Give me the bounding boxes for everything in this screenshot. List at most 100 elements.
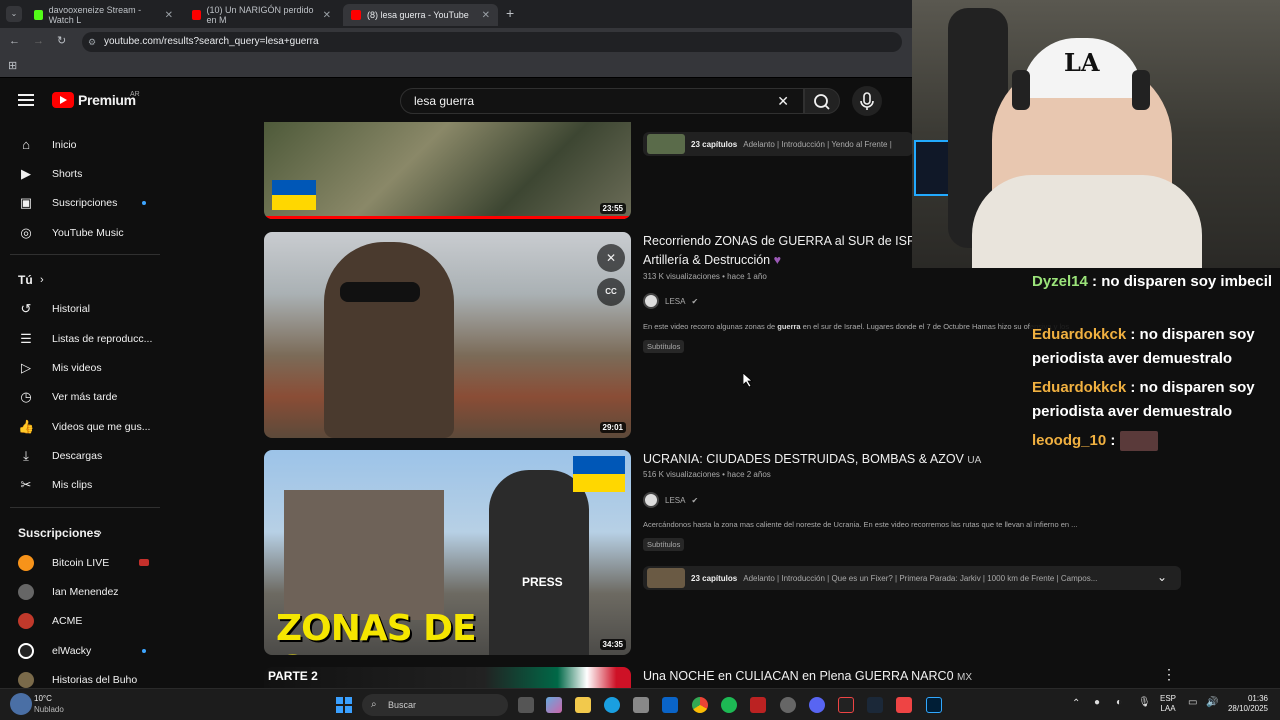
video-duration: 23:55 <box>599 203 626 214</box>
sidebar-sub-bitcoin-live[interactable]: Bitcoin LIVE <box>0 550 170 576</box>
search-input[interactable]: lesa guerra ✕ <box>400 88 804 114</box>
microphone-tray-icon[interactable]: 🎙 <box>1138 697 1151 708</box>
channel-name: LESA <box>665 296 686 306</box>
tray-chevron-up-icon[interactable]: ⌃ <box>1072 698 1080 709</box>
video-thumbnail[interactable]: PARTE 2 <box>264 667 631 688</box>
playlists-icon: ☰ <box>20 331 32 346</box>
tab-list-icon[interactable]: ⌄ <box>6 6 22 22</box>
edge-icon[interactable] <box>604 697 620 713</box>
mouse-cursor-icon <box>743 373 753 387</box>
photoshop-icon[interactable] <box>926 697 942 713</box>
weather-icon[interactable] <box>10 693 32 715</box>
sidebar-item-videos-me-gustan[interactable]: 👍 Videos que me gus... <box>0 414 170 440</box>
chrome-icon[interactable] <box>692 697 708 713</box>
channel-link[interactable]: LESA ✔ <box>643 492 698 508</box>
search-button[interactable] <box>804 88 840 114</box>
chevron-down-icon[interactable]: ⌄ <box>1157 570 1167 584</box>
app-icon[interactable] <box>780 697 796 713</box>
sidebar-sub-elwacky[interactable]: elWacky <box>0 638 170 664</box>
reload-icon[interactable]: ↻ <box>57 34 66 47</box>
tray-app-icon[interactable]: ◐ <box>1116 697 1122 708</box>
taskbar-search-input[interactable]: ⌕ Buscar <box>362 694 508 716</box>
file-explorer-icon[interactable] <box>575 697 591 713</box>
chat-message: Dyzel14 : no disparen soy imbecil <box>1032 270 1278 294</box>
sidebar-item-suscripciones[interactable]: ▣ Suscripciones <box>0 190 170 216</box>
close-tab-icon[interactable]: ✕ <box>165 10 173 21</box>
app-icon[interactable] <box>838 697 854 713</box>
menu-icon[interactable] <box>18 94 34 106</box>
outlook-icon[interactable] <box>662 697 678 713</box>
sidebar-item-mis-clips[interactable]: ✂ Mis clips <box>0 472 170 498</box>
subscriptions-icon: ▣ <box>19 195 33 210</box>
close-tab-icon[interactable]: ✕ <box>482 10 490 21</box>
youtube-favicon-icon <box>192 10 201 20</box>
steam-icon[interactable] <box>867 697 883 713</box>
video-title[interactable]: Recorriendo ZONAS de GUERRA al SUR de IS… <box>643 232 923 270</box>
url-input[interactable]: ⚙ youtube.com/results?search_query=lesa+… <box>82 32 902 52</box>
video-title[interactable]: Una NOCHE en CULIACAN en Plena GUERRA NA… <box>643 667 1003 687</box>
sidebar-item-shorts[interactable]: ▶ Shorts <box>0 161 170 187</box>
chapters-bar[interactable]: 23 capítulos Adelanto | Introducción | Q… <box>643 566 1181 590</box>
tab-3[interactable]: (8) lesa guerra - YouTube ✕ <box>343 4 498 26</box>
emote-icon <box>1119 431 1158 452</box>
video-title[interactable]: UCRANIA: CIUDADES DESTRUIDAS, BOMBAS & A… <box>643 450 1003 470</box>
live-icon <box>139 559 149 566</box>
app-icon[interactable] <box>896 697 912 713</box>
copilot-icon[interactable] <box>546 697 562 713</box>
close-tab-icon[interactable]: ✕ <box>323 10 331 21</box>
task-view-icon[interactable] <box>518 697 534 713</box>
start-windows-icon[interactable] <box>336 697 352 713</box>
sidebar-section-suscripciones[interactable]: Suscripciones › <box>0 520 170 546</box>
video-title-line: Artillería & Destrucción <box>643 253 771 267</box>
chapters-text: Adelanto | Introducción | Que es un Fixe… <box>743 573 1098 583</box>
tab-2[interactable]: (10) Un NARIGÓN perdido en M ✕ <box>184 4 339 26</box>
video-thumbnail[interactable]: 23:55 <box>264 122 631 219</box>
sidebar-item-mis-videos[interactable]: ▷ Mis videos <box>0 355 170 381</box>
avatar <box>18 613 34 629</box>
liked-icon: 👍 <box>18 419 35 434</box>
desc-highlight: guerra <box>777 322 801 331</box>
video-thumbnail[interactable]: PRESS ZONAS DE GUERR4 34:35 <box>264 450 631 655</box>
headphones-left <box>1012 70 1030 110</box>
tray-app-icon[interactable]: ● <box>1094 697 1100 708</box>
volume-icon[interactable]: 🔊 <box>1206 697 1218 708</box>
section-title: Suscripciones <box>18 526 101 540</box>
voice-search-button[interactable] <box>852 86 882 116</box>
site-info-icon[interactable]: ⚙ <box>88 32 96 52</box>
sidebar-item-descargas[interactable]: ⤓ Descargas <box>0 443 170 469</box>
bookmarks-bar: ⊞ <box>0 56 912 78</box>
sidebar-item-historial[interactable]: ↺ Historial <box>0 296 170 322</box>
search-icon <box>814 94 830 110</box>
sidebar-item-youtube-music[interactable]: ◎ YouTube Music <box>0 220 170 246</box>
spotify-icon[interactable] <box>721 697 737 713</box>
tab-1[interactable]: davooxeneize Stream - Watch L ✕ <box>26 4 181 26</box>
apps-grid-icon[interactable]: ⊞ <box>8 59 17 72</box>
sidebar-item-label: Shorts <box>52 168 83 180</box>
sidebar-item-inicio[interactable]: ⌂ Inicio <box>0 132 170 158</box>
sidebar-sub-ian-menendez[interactable]: Ian Menendez <box>0 579 170 605</box>
sidebar-item-listas[interactable]: ☰ Listas de reproducc... <box>0 326 170 352</box>
sidebar-item-ver-mas-tarde[interactable]: ◷ Ver más tarde <box>0 384 170 410</box>
clock[interactable]: 01:36 28/10/2025 <box>1226 694 1268 714</box>
forward-icon[interactable]: → <box>33 35 44 47</box>
app-icon[interactable] <box>750 697 766 713</box>
mute-icon[interactable]: ✕ <box>597 244 625 272</box>
more-actions-icon[interactable]: ⋮ <box>1162 666 1176 683</box>
back-icon[interactable]: ← <box>9 35 20 47</box>
store-icon[interactable] <box>633 697 649 713</box>
captions-icon[interactable]: CC <box>597 278 625 306</box>
chapters-bar[interactable]: 23 capítulos Adelanto | Introducción | Y… <box>643 132 913 156</box>
sidebar-item-label: Historial <box>52 303 90 315</box>
network-icon[interactable]: ▭ <box>1188 697 1197 708</box>
clear-search-icon[interactable]: ✕ <box>777 89 789 113</box>
video-thumbnail[interactable]: ✕ CC 29:01 <box>264 232 631 438</box>
youtube-logo[interactable]: Premium <box>52 92 136 108</box>
sidebar-section-tu[interactable]: Tú › <box>0 267 170 293</box>
channel-avatar <box>643 492 659 508</box>
language-indicator[interactable]: ESP LAA <box>1160 694 1176 714</box>
tab-title: davooxeneize Stream - Watch L <box>48 5 142 25</box>
new-tab-icon[interactable]: + <box>506 5 514 21</box>
discord-icon[interactable] <box>809 697 825 713</box>
channel-link[interactable]: LESA ✔ <box>643 293 698 309</box>
sidebar-sub-acme[interactable]: ACME <box>0 608 170 634</box>
